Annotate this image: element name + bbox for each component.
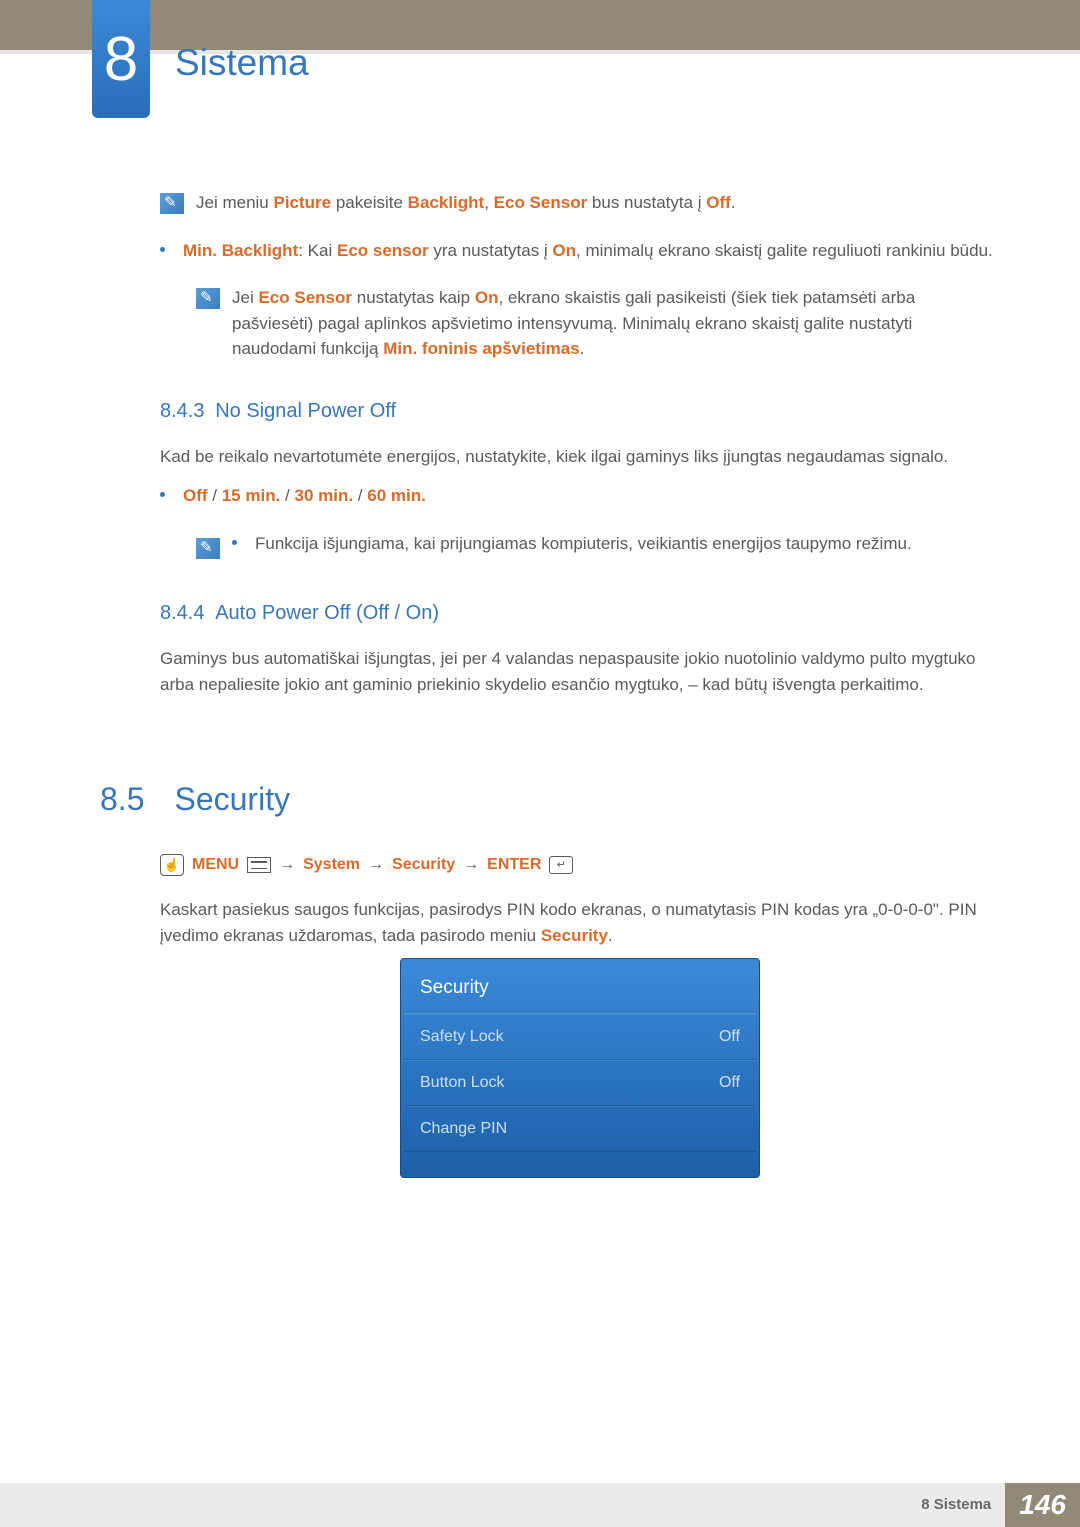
bullet-text: Min. Backlight: Kai Eco sensor yra nusta… <box>183 238 993 264</box>
keyword-on: On <box>552 241 576 260</box>
options-text: Off / 15 min. / 30 min. / 60 min. <box>183 483 426 509</box>
sep: / <box>353 486 367 505</box>
option-off: Off <box>183 486 208 505</box>
keyword-security: Security <box>541 926 608 945</box>
security-menu-panel: Security Safety Lock Off Button Lock Off… <box>400 958 760 1178</box>
path-system: System <box>303 853 360 877</box>
panel-row-button-lock[interactable]: Button Lock Off <box>404 1060 756 1106</box>
footer-chapter-label: 8 Sistema <box>907 1483 1005 1527</box>
section-number: 8.5 <box>100 775 144 823</box>
sep: / <box>208 486 222 505</box>
menu-bars-icon <box>247 857 271 873</box>
remote-icon: ☝ <box>160 854 184 876</box>
keyword-off: Off <box>706 193 731 212</box>
text: , <box>484 193 493 212</box>
text: Jei <box>232 288 258 307</box>
row-label: Change PIN <box>420 1117 507 1141</box>
text: . <box>731 193 736 212</box>
enter-icon: ↵ <box>549 856 573 874</box>
path-enter: ENTER <box>487 853 541 877</box>
text: bus nustatyta į <box>587 193 706 212</box>
keyword-picture: Picture <box>273 193 331 212</box>
bullet-dot-icon <box>232 540 237 545</box>
keyword-min-backlight: Min. Backlight <box>183 241 298 260</box>
bullet-dot-icon <box>160 247 165 252</box>
section-85-heading: 8.5 Security <box>100 775 1000 823</box>
note-2-text: Jei Eco Sensor nustatytas kaip On, ekran… <box>232 285 1000 362</box>
section-844-desc: Gaminys bus automatiškai išjungtas, jei … <box>160 646 1000 697</box>
keyword-min-foninis: Min. foninis apšvietimas <box>383 339 580 358</box>
note-1-text: Jei meniu Picture pakeisite Backlight, E… <box>196 190 736 216</box>
sep: / <box>280 486 294 505</box>
section-number: 8.4.4 <box>160 602 204 624</box>
option-30: 30 min. <box>294 486 353 505</box>
row-value: Off <box>719 1025 740 1049</box>
section-number: 8.4.3 <box>160 400 204 422</box>
chapter-number: 8 <box>104 13 138 106</box>
bullet-dot-icon <box>160 492 165 497</box>
bullet-min-backlight: Min. Backlight: Kai Eco sensor yra nusta… <box>160 238 1000 272</box>
note-icon <box>196 538 220 559</box>
section-title: No Signal Power Off <box>215 400 396 422</box>
text: . <box>580 339 585 358</box>
section-85-desc: Kaskart pasiekus saugos funkcijas, pasir… <box>160 897 1000 948</box>
keyword-eco-sensor: Eco Sensor <box>258 288 352 307</box>
chapter-title: Sistema <box>175 35 309 91</box>
text: pakeisite <box>331 193 408 212</box>
arrow-icon: → <box>279 853 295 877</box>
chapter-tab: 8 <box>92 0 150 118</box>
top-strip <box>0 0 1080 54</box>
row-label: Button Lock <box>420 1071 505 1095</box>
arrow-icon: → <box>463 853 479 877</box>
section-title: Security <box>174 775 290 823</box>
option-60: 60 min. <box>367 486 426 505</box>
nested-bullet: Funkcija išjungiama, kai prijungiamas ko… <box>232 531 912 565</box>
note-row-1: Jei meniu Picture pakeisite Backlight, E… <box>160 190 1000 224</box>
text: , minimalų ekrano skaistį galite reguliu… <box>576 241 993 260</box>
keyword-eco-sensor: Eco sensor <box>337 241 429 260</box>
path-security: Security <box>392 853 455 877</box>
note-icon <box>160 193 184 214</box>
menu-label: MENU <box>192 853 239 877</box>
row-value: Off <box>719 1071 740 1095</box>
text: Jei meniu <box>196 193 273 212</box>
keyword-on: On <box>475 288 499 307</box>
section-title: Auto Power Off (Off / On) <box>215 602 439 624</box>
text: nustatytas kaip <box>352 288 475 307</box>
keyword-backlight: Backlight <box>408 193 485 212</box>
panel-spacer <box>404 1152 756 1174</box>
note-3-text: Funkcija išjungiama, kai prijungiamas ko… <box>255 531 912 557</box>
section-844-heading: 8.4.4 Auto Power Off (Off / On) <box>160 598 1000 628</box>
text: . <box>608 926 613 945</box>
row-label: Safety Lock <box>420 1025 504 1049</box>
page-footer: 8 Sistema 146 <box>0 1483 1080 1527</box>
panel-row-change-pin[interactable]: Change PIN <box>404 1106 756 1152</box>
note-icon <box>196 288 220 309</box>
panel-row-safety-lock[interactable]: Safety Lock Off <box>404 1014 756 1060</box>
section-843-heading: 8.4.3 No Signal Power Off <box>160 396 1000 426</box>
section-843-desc: Kad be reikalo nevartotumėte energijos, … <box>160 444 1000 470</box>
note-row-3: Funkcija išjungiama, kai prijungiamas ko… <box>196 531 1000 565</box>
menu-navigation-path: ☝ MENU → System → Security → ENTER ↵ <box>160 853 1000 877</box>
footer-page-number: 146 <box>1005 1483 1080 1527</box>
keyword-eco-sensor: Eco Sensor <box>494 193 588 212</box>
text: : Kai <box>298 241 337 260</box>
arrow-icon: → <box>368 853 384 877</box>
text: yra nustatytas į <box>429 241 553 260</box>
panel-header: Security <box>404 962 756 1014</box>
option-15: 15 min. <box>222 486 281 505</box>
bullet-options: Off / 15 min. / 30 min. / 60 min. <box>160 483 1000 517</box>
note-row-2: Jei Eco Sensor nustatytas kaip On, ekran… <box>196 285 1000 370</box>
content-area: Jei meniu Picture pakeisite Backlight, E… <box>160 190 1000 1178</box>
